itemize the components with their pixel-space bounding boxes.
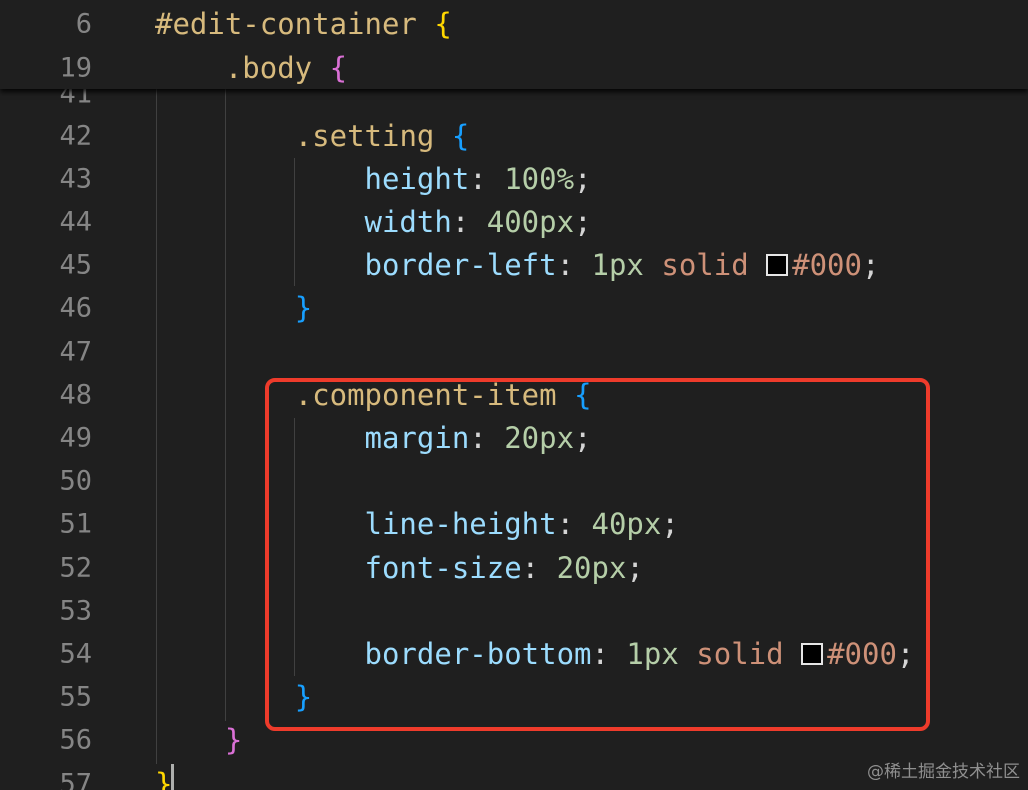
line-number: 51 [59, 508, 92, 540]
code-line[interactable]: 43 height: 100%; [0, 157, 1028, 200]
code-token: : [469, 161, 505, 196]
code-token: : [451, 204, 487, 239]
line-number: 49 [59, 422, 92, 454]
code-token: } [155, 766, 173, 790]
watermark-text: @稀土掘金技术社区 [867, 762, 1020, 782]
line-code[interactable]: height: 100%; [155, 162, 592, 196]
code-line[interactable]: 44 width: 400px; [0, 200, 1028, 243]
line-code[interactable]: width: 400px; [155, 205, 592, 239]
text-cursor [171, 764, 174, 790]
code-token: ; [861, 248, 880, 283]
code-line[interactable]: 45 border-left: 1px solid #000; [0, 244, 1028, 287]
line-number: 55 [59, 681, 92, 713]
code-token: 100% [504, 161, 575, 196]
line-number: 48 [59, 379, 92, 411]
line-number: 6 [75, 8, 92, 40]
line-number: 56 [59, 724, 92, 756]
code-token: : [556, 248, 592, 283]
line-number: 57 [59, 768, 92, 790]
code-token: 400px [486, 204, 575, 239]
code-token: height [364, 161, 470, 196]
line-number: 46 [59, 292, 92, 324]
line-number: 44 [59, 206, 92, 238]
code-token: #000 [792, 248, 862, 283]
line-number: 43 [59, 163, 92, 195]
code-token: .body [224, 51, 313, 85]
code-token: } [294, 291, 313, 326]
line-number: 54 [59, 638, 92, 670]
code-token: width [364, 204, 452, 239]
code-token: border-left [364, 248, 557, 283]
line-code[interactable]: } [155, 767, 172, 790]
code-token: .setting [294, 118, 435, 153]
line-code[interactable]: border-left: 1px solid #000; [155, 248, 880, 283]
line-code[interactable]: .body { [155, 51, 347, 85]
line-number: 52 [59, 552, 92, 583]
code-token: 1px [591, 248, 644, 283]
code-token: { [434, 7, 452, 41]
code-token: solid [661, 248, 749, 283]
line-code[interactable]: } [155, 291, 312, 325]
code-token: { [451, 118, 470, 153]
line-number: 50 [59, 465, 92, 497]
line-code[interactable]: #edit-container { [155, 7, 452, 41]
sticky-scroll-header[interactable]: 6 #edit-container {19 .body { [0, 0, 1028, 89]
line-number: 42 [59, 120, 92, 151]
color-swatch-icon[interactable] [766, 254, 789, 277]
line-code[interactable]: } [155, 723, 242, 757]
code-editor[interactable]: 41 42 .setting {43 height: 100%; 44 width… [0, 0, 1028, 790]
highlight-annotation-box [265, 378, 930, 731]
code-token: #edit-container [155, 7, 417, 41]
sticky-line[interactable]: 6 #edit-container { [0, 2, 1028, 46]
code-line[interactable]: 46 } [0, 287, 1028, 330]
line-code[interactable]: .setting { [155, 118, 470, 153]
code-token: } [224, 723, 243, 758]
sticky-line[interactable]: 19 .body { [0, 46, 1028, 90]
code-token: ; [574, 204, 592, 239]
line-number: 47 [59, 336, 92, 367]
code-line[interactable]: 42 .setting { [0, 114, 1028, 157]
line-number: 19 [59, 52, 92, 84]
code-line[interactable]: 47 [0, 330, 1028, 373]
line-number: 53 [59, 595, 92, 627]
code-token: { [329, 51, 348, 85]
line-number: 45 [59, 249, 92, 281]
code-token: ; [574, 161, 592, 196]
